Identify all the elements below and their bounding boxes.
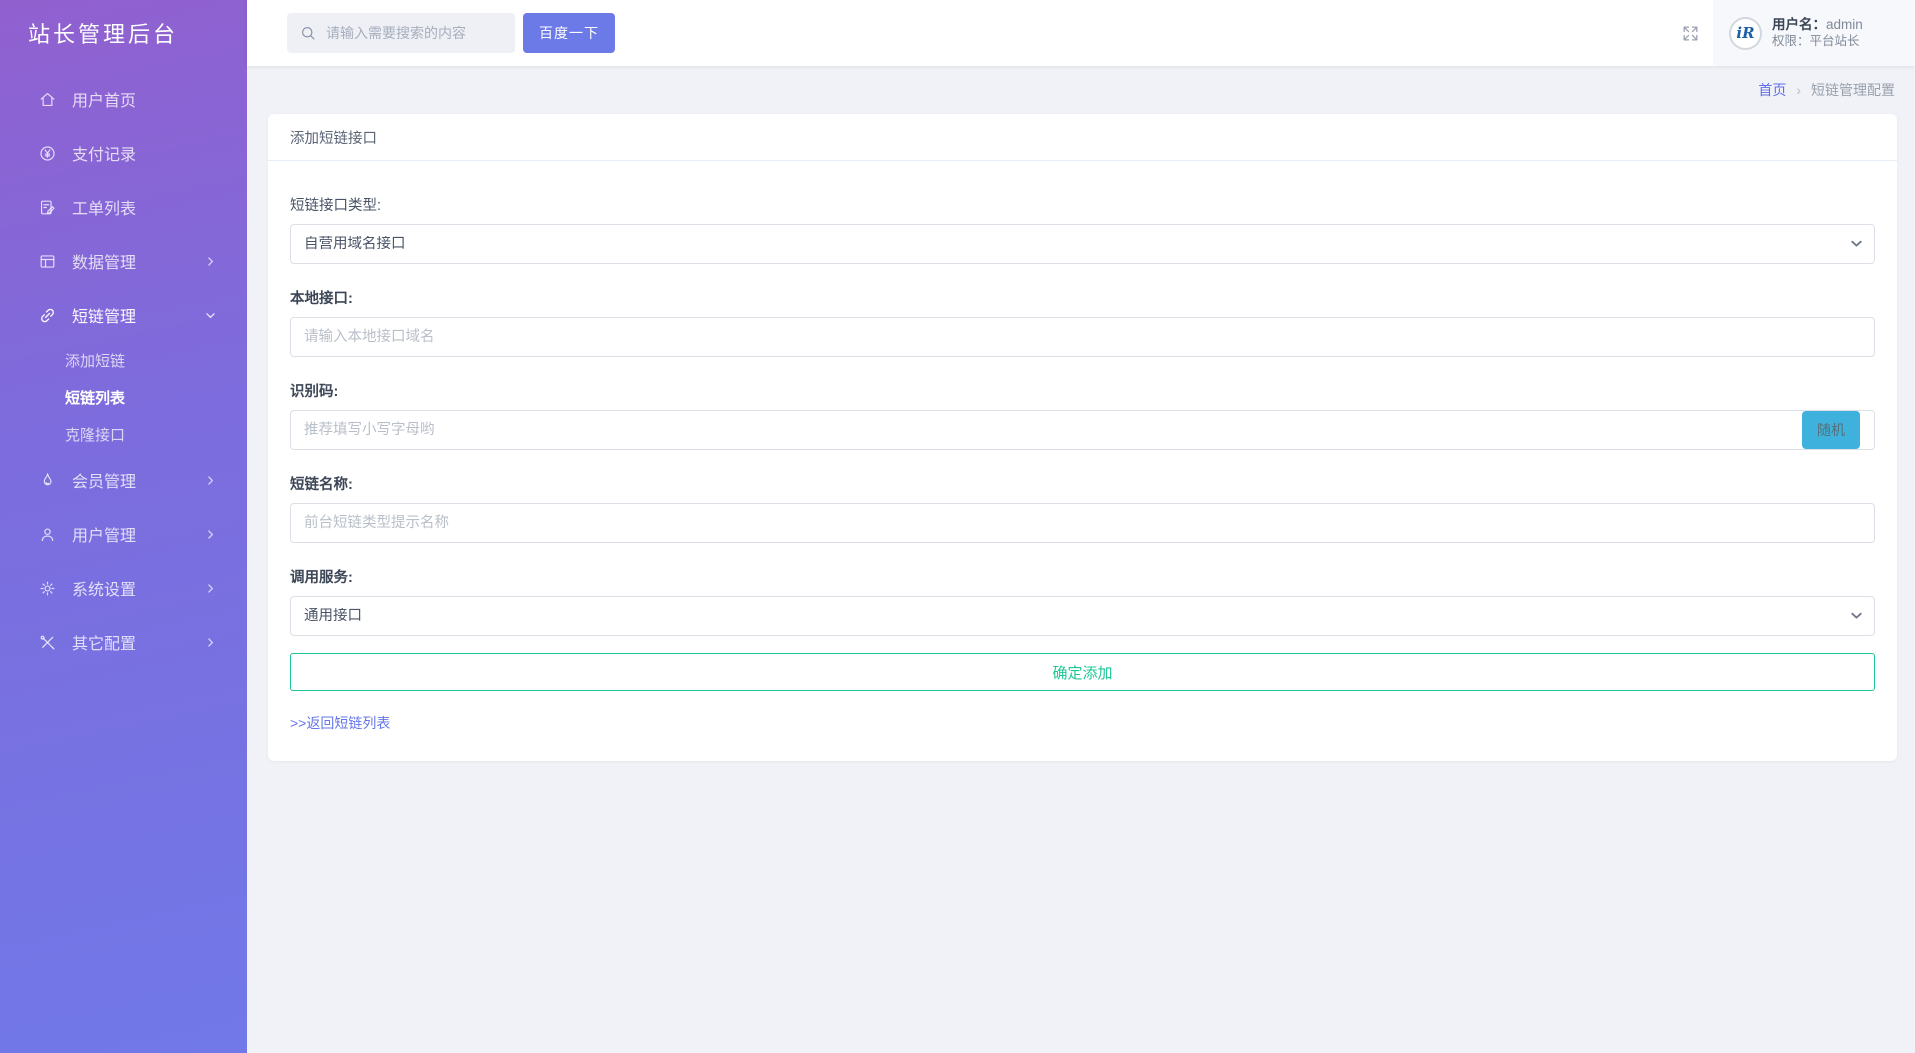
username-value: admin — [1826, 16, 1863, 32]
search-icon — [299, 24, 317, 42]
username-line: 用户名：admin — [1772, 17, 1863, 34]
data-icon — [38, 252, 57, 271]
breadcrumb-current: 短链管理配置 — [1811, 82, 1895, 98]
service-label: 调用服务: — [290, 570, 353, 586]
chevron-right-icon — [204, 528, 217, 541]
search-box — [287, 13, 515, 53]
back-to-list-link[interactable]: >>返回短链列表 — [290, 713, 390, 733]
sidebar-item-users[interactable]: 用户管理 — [0, 507, 247, 561]
link-icon — [38, 306, 57, 325]
submenu-item-label: 克隆接口 — [65, 427, 126, 444]
sidebar: 站长管理后台 用户首页 支付记录 工单列表 数据管理 短链管理 添加短链 短链列… — [0, 0, 247, 1053]
breadcrumb-home-link[interactable]: 首页 — [1758, 80, 1786, 100]
main-area: 百度一下 iR 用户名：admin 权限：平台站长 — [247, 0, 1915, 1053]
user-menu[interactable]: iR 用户名：admin 权限：平台站长 — [1713, 0, 1915, 66]
tools-icon — [38, 633, 57, 652]
home-icon — [38, 90, 57, 109]
username-label: 用户名： — [1772, 16, 1826, 32]
sidebar-item-home[interactable]: 用户首页 — [0, 72, 247, 126]
sidebar-item-label: 会员管理 — [72, 474, 137, 491]
sidebar-item-tickets[interactable]: 工单列表 — [0, 180, 247, 234]
sidebar-item-system-settings[interactable]: 系统设置 — [0, 561, 247, 615]
submenu-item-label: 短链列表 — [65, 390, 126, 407]
app-title: 站长管理后台 — [28, 22, 179, 47]
sidebar-item-label: 用户首页 — [72, 93, 137, 110]
submenu-item-clone-api[interactable]: 克隆接口 — [0, 416, 247, 453]
user-info: 用户名：admin 权限：平台站长 — [1772, 17, 1863, 50]
sidebar-item-label: 系统设置 — [72, 582, 137, 599]
api-type-select[interactable]: 自营用域名接口 — [290, 224, 1875, 264]
sidebar-menu: 用户首页 支付记录 工单列表 数据管理 短链管理 添加短链 短链列表 克隆接口 … — [0, 66, 247, 669]
chevron-right-icon — [204, 474, 217, 487]
sidebar-item-label: 短链管理 — [72, 309, 137, 326]
sidebar-item-shortlink[interactable]: 短链管理 — [0, 288, 247, 342]
submenu-item-add-shortlink[interactable]: 添加短链 — [0, 342, 247, 379]
shortlink-name-input[interactable] — [290, 503, 1875, 543]
search-button[interactable]: 百度一下 — [523, 13, 615, 53]
card-title: 添加短链接口 — [268, 114, 1897, 161]
chevron-right-icon — [204, 255, 217, 268]
role-value: 平台站长 — [1809, 33, 1860, 48]
sidebar-item-label: 数据管理 — [72, 255, 137, 272]
chevron-right-icon — [204, 636, 217, 649]
yen-circle-icon — [38, 144, 57, 163]
sidebar-item-label: 工单列表 — [72, 201, 137, 218]
add-shortlink-card: 添加短链接口 短链接口类型: 自营用域名接口 本地接口: 请输入本地接口域名 识… — [268, 114, 1897, 761]
chevron-down-icon — [204, 309, 217, 322]
role-label: 权限： — [1772, 33, 1810, 48]
breadcrumb: 首页 › 短链管理配置 — [268, 66, 1897, 114]
search-input[interactable] — [326, 25, 503, 41]
fullscreen-icon[interactable] — [1667, 0, 1713, 66]
confirm-add-button[interactable]: 确定添加 — [290, 653, 1875, 691]
shortlink-name-label: 短链名称: — [290, 477, 353, 493]
sidebar-item-payments[interactable]: 支付记录 — [0, 126, 247, 180]
user-icon — [38, 525, 57, 544]
chevron-right-icon — [204, 582, 217, 595]
sidebar-item-members[interactable]: 会员管理 — [0, 453, 247, 507]
local-api-label: 本地接口: — [290, 291, 353, 307]
sidebar-item-label: 支付记录 — [72, 147, 137, 164]
topbar: 百度一下 iR 用户名：admin 权限：平台站长 — [247, 0, 1915, 66]
submenu-item-label: 添加短链 — [65, 353, 126, 370]
search-group: 百度一下 — [287, 13, 615, 53]
gear-icon — [38, 579, 57, 598]
add-shortlink-form: 短链接口类型: 自营用域名接口 本地接口: 识别码: — [268, 161, 1897, 761]
avatar: iR — [1729, 16, 1762, 50]
code-label: 识别码: — [290, 384, 339, 400]
flame-icon — [38, 471, 57, 490]
code-input[interactable] — [290, 410, 1875, 450]
content-area: 首页 › 短链管理配置 添加短链接口 短链接口类型: 自营用域名接口 本地接口:… — [247, 66, 1915, 1053]
role-line: 权限：平台站长 — [1772, 34, 1863, 50]
sidebar-item-label: 其它配置 — [72, 636, 137, 653]
app-layout: 站长管理后台 用户首页 支付记录 工单列表 数据管理 短链管理 添加短链 短链列… — [0, 0, 1915, 1053]
submenu-item-shortlink-list[interactable]: 短链列表 — [0, 379, 247, 416]
random-button[interactable]: 随机 — [1802, 411, 1860, 449]
ticket-icon — [38, 198, 57, 217]
sidebar-item-label: 用户管理 — [72, 528, 137, 545]
local-api-input[interactable] — [290, 317, 1875, 357]
shortlink-submenu: 添加短链 短链列表 克隆接口 — [0, 342, 247, 453]
breadcrumb-separator: › — [1796, 82, 1801, 98]
api-type-label: 短链接口类型: — [290, 198, 382, 214]
sidebar-item-data[interactable]: 数据管理 — [0, 234, 247, 288]
service-select[interactable]: 通用接口 — [290, 596, 1875, 636]
sidebar-item-other-config[interactable]: 其它配置 — [0, 615, 247, 669]
topbar-right: iR 用户名：admin 权限：平台站长 — [1667, 0, 1915, 66]
